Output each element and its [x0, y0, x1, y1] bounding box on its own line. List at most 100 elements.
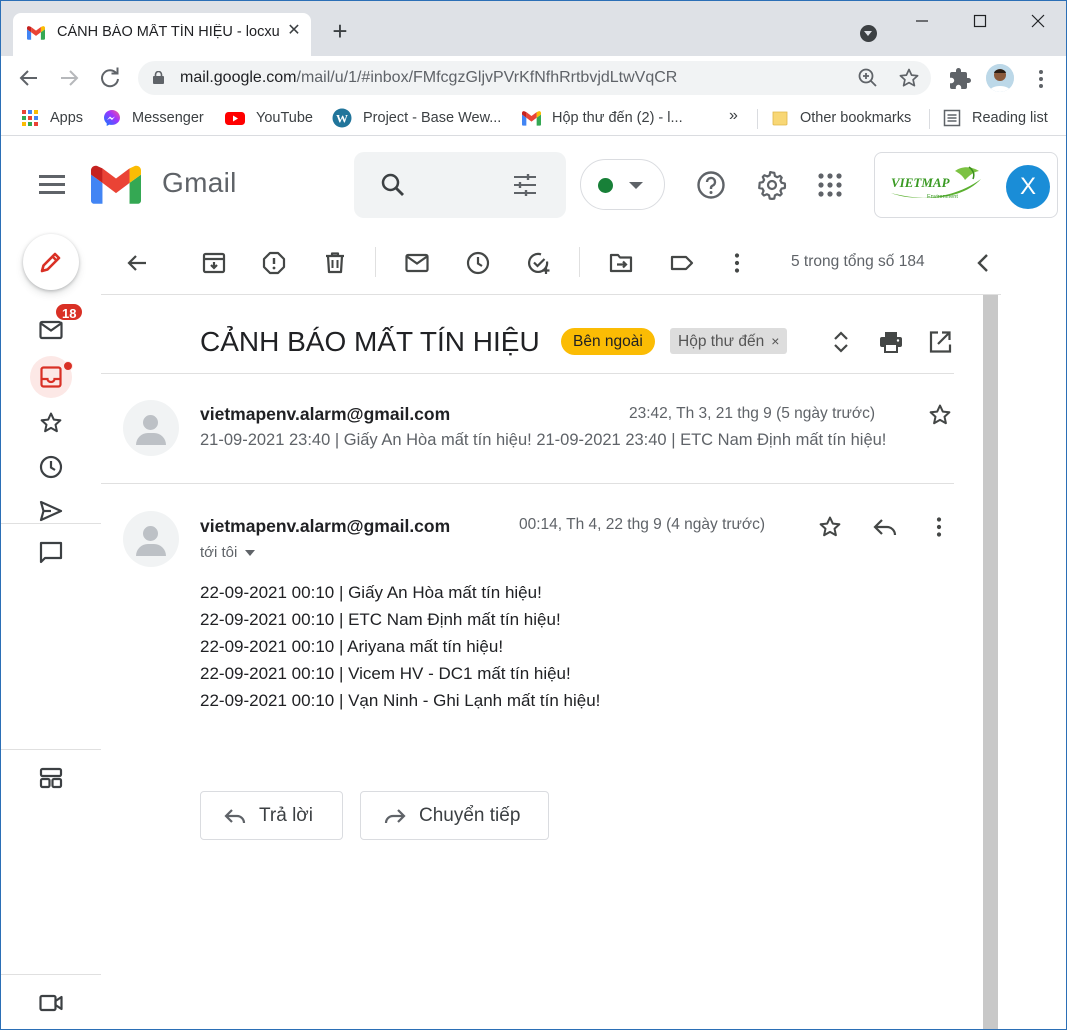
reading-list-icon	[943, 109, 961, 127]
label-icon[interactable]	[669, 250, 695, 276]
forward-button[interactable]: Chuyển tiếp	[360, 791, 549, 840]
back-icon[interactable]	[15, 64, 43, 92]
bookmarks-overflow-icon[interactable]: »	[729, 107, 738, 125]
bookmark-project[interactable]: W Project - Base Wew...	[332, 108, 501, 128]
search-icon[interactable]	[380, 172, 406, 198]
chevron-down-icon	[629, 182, 643, 189]
active-tab[interactable]: CẢNH BÁO MẤT TÍN HIỆU - locxu ✕	[13, 13, 311, 56]
bookmark-messenger[interactable]: Messenger	[103, 108, 204, 128]
bookmark-apps[interactable]: Apps	[21, 108, 83, 128]
main-menu-icon[interactable]	[39, 175, 65, 195]
report-spam-icon[interactable]	[261, 250, 287, 276]
more-options-icon[interactable]	[724, 250, 750, 276]
delete-trash-icon[interactable]	[322, 250, 348, 276]
meet-video-icon[interactable]	[38, 990, 64, 1016]
bookmark-youtube[interactable]: YouTube	[225, 108, 313, 128]
message-body: 22-09-2021 00:10 | Giấy An Hòa mất tín h…	[200, 579, 600, 714]
scrollbar-thumb[interactable]	[983, 295, 998, 1029]
expand-all-icon[interactable]	[828, 329, 854, 355]
message-sender[interactable]: vietmapenv.alarm@gmail.com	[200, 404, 450, 425]
starred-icon[interactable]	[38, 410, 64, 436]
zoom-icon[interactable]	[857, 67, 879, 89]
reading-list-button[interactable]: Reading list	[943, 108, 1048, 128]
toolbar-separator	[375, 247, 376, 277]
address-bar[interactable]: mail.google.com/mail/u/1/#inbox/FMfcgzGl…	[138, 61, 931, 95]
bookmark-label: Reading list	[972, 110, 1048, 126]
svg-text:W: W	[336, 112, 348, 126]
extensions-puzzle-icon[interactable]	[948, 67, 972, 91]
gmail-logo-icon[interactable]	[91, 165, 141, 205]
url-text: mail.google.com/mail/u/1/#inbox/FMfcgzGl…	[180, 69, 678, 86]
snoozed-clock-icon[interactable]	[38, 454, 64, 480]
message-action-toolbar: 5 trong tổng số 184	[101, 233, 1001, 295]
google-apps-icon[interactable]	[815, 170, 845, 200]
sender-avatar[interactable]	[123, 511, 179, 567]
settings-gear-icon[interactable]	[757, 170, 787, 200]
gmail-icon	[522, 110, 541, 126]
unread-count-badge: 18	[54, 302, 85, 322]
status-selector[interactable]	[580, 159, 665, 210]
bookmark-label: Messenger	[132, 110, 204, 126]
bookmark-star-icon[interactable]	[898, 67, 920, 89]
message-snippet[interactable]: 21-09-2021 23:40 | Giấy An Hòa mất tín h…	[200, 431, 950, 450]
maximize-icon[interactable]	[969, 10, 991, 32]
account-switcher[interactable]: VIETMAP Environment X	[874, 152, 1058, 218]
search-box[interactable]	[354, 152, 566, 218]
message-sender[interactable]: vietmapenv.alarm@gmail.com	[200, 516, 450, 537]
external-label-badge: Bên ngoài	[561, 328, 655, 355]
forward-label: Chuyển tiếp	[419, 804, 521, 826]
search-options-icon[interactable]	[512, 172, 538, 198]
folder-icon	[772, 111, 788, 126]
snooze-clock-icon[interactable]	[465, 250, 491, 276]
account-avatar[interactable]: X	[1006, 165, 1050, 209]
tab-close-icon[interactable]: ✕	[285, 22, 303, 40]
tab-title: CẢNH BÁO MẤT TÍN HIỆU - locxu	[57, 24, 280, 40]
back-to-inbox-icon[interactable]	[124, 250, 150, 276]
rail-divider	[1, 974, 101, 975]
sender-avatar[interactable]	[123, 400, 179, 456]
forward-icon[interactable]	[55, 64, 83, 92]
open-in-new-window-icon[interactable]	[927, 329, 953, 355]
message-star-icon[interactable]	[817, 514, 843, 540]
add-to-tasks-icon[interactable]	[526, 250, 552, 276]
chevron-down-icon	[245, 550, 256, 557]
reload-icon[interactable]	[96, 64, 124, 92]
mark-unread-icon[interactable]	[404, 250, 430, 276]
help-icon[interactable]	[696, 170, 726, 200]
recipient-text: tới tôi	[200, 544, 238, 561]
compose-pencil-icon	[40, 252, 61, 273]
recipient-details[interactable]: tới tôi	[200, 544, 256, 561]
chrome-menu-icon[interactable]	[1031, 67, 1051, 91]
status-dot-icon	[598, 178, 613, 193]
bookmark-gmail-inbox[interactable]: Hộp thư đến (2) - l...	[522, 108, 683, 128]
thread-divider	[101, 373, 954, 374]
spaces-icon[interactable]	[38, 765, 64, 791]
reply-button[interactable]: Trả lời	[200, 791, 343, 840]
close-window-icon[interactable]	[1027, 10, 1049, 32]
bookmark-label: Project - Base Wew...	[363, 110, 502, 126]
new-tab-icon[interactable]: +	[328, 18, 352, 44]
chat-icon[interactable]	[38, 540, 64, 566]
archive-icon[interactable]	[201, 250, 227, 276]
newer-chevron-left-icon[interactable]	[971, 250, 997, 276]
inbox-label-chip[interactable]: Hộp thư đến ×	[670, 328, 788, 354]
sent-icon[interactable]	[38, 498, 64, 524]
print-icon[interactable]	[878, 329, 904, 355]
minimize-icon[interactable]	[911, 10, 933, 32]
move-to-icon[interactable]	[608, 250, 634, 276]
profile-avatar[interactable]	[986, 64, 1014, 92]
gmail-header: Gmail VIETMAP Environment X	[1, 137, 1066, 233]
body-line: 22-09-2021 00:10 | Vạn Ninh - Ghi Lạnh m…	[200, 691, 601, 710]
reply-arrow-icon	[224, 808, 246, 823]
reply-icon[interactable]	[872, 514, 898, 540]
bookmark-other[interactable]: Other bookmarks	[771, 108, 911, 128]
message-star-icon[interactable]	[927, 402, 953, 428]
thread-divider	[101, 483, 954, 484]
message-more-icon[interactable]	[926, 514, 952, 540]
bookmark-label: YouTube	[256, 110, 313, 126]
compose-button[interactable]	[23, 234, 79, 290]
youtube-icon	[225, 112, 245, 125]
remove-label-icon[interactable]: ×	[771, 333, 779, 349]
body-line: 22-09-2021 00:10 | Giấy An Hòa mất tín h…	[200, 583, 542, 602]
tab-search-icon[interactable]	[860, 25, 877, 42]
